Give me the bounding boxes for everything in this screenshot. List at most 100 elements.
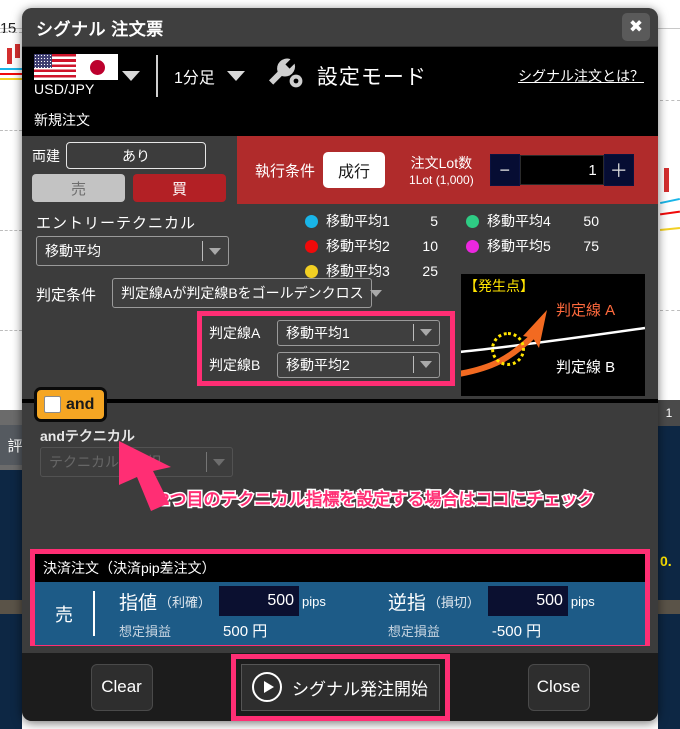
new-order-row: 両建 あり 売 買 執行条件 成行 注文Lot数 1Lot (1,000) − … [22, 136, 658, 204]
background-chip [658, 600, 680, 614]
ma-value: 50 [583, 213, 599, 229]
and-checkbox[interactable] [44, 396, 61, 413]
close-icon[interactable]: ✖ [622, 13, 650, 41]
stop-loss-unit: pips [570, 593, 595, 609]
entry-technical-value: 移動平均 [45, 243, 101, 259]
technical-section: エントリーテクニカル 移動平均 移動平均1 5 移動平均2 10 移動平均3 2… [22, 204, 658, 399]
ma-name: 移動平均4 [487, 213, 551, 229]
background-candle [7, 48, 12, 64]
annotation-arrow-icon [117, 439, 237, 520]
background-ma-line [0, 68, 22, 70]
condition-label: 判定条件 [36, 287, 97, 304]
order-params-panel: 執行条件 成行 注文Lot数 1Lot (1,000) − 1 ＋ [237, 136, 658, 204]
clear-button[interactable]: Clear [90, 663, 153, 711]
signal-order-help-link[interactable]: シグナル注文とは？ [518, 66, 644, 86]
signal-order-dialog: シグナル 注文票 ✖ USD/JPY 1分足 設定モード シグナル注文とは？ 新… [22, 8, 658, 721]
stop-loss-cell: 逆指 （損切） 500 pips 想定損益 -500 円 [388, 586, 595, 641]
take-profit-row: 指値 （利確） 500 pips [119, 586, 326, 616]
stop-loss-pips-input[interactable]: 500 [487, 586, 568, 616]
entry-technical-select[interactable]: 移動平均 [36, 236, 229, 266]
chevron-down-icon[interactable] [122, 70, 140, 81]
chevron-down-icon [420, 329, 432, 336]
judgment-line-b-label: 判定線B [209, 356, 261, 373]
ma-name: 移動平均1 [326, 213, 390, 229]
condition-select[interactable]: 判定線Aが判定線Bをゴールデンクロス [112, 278, 382, 308]
take-profit-estimate-row: 想定損益 500 円 [119, 620, 326, 641]
background-tab: 1 [658, 400, 680, 426]
take-profit-estimate-label: 想定損益 [119, 624, 172, 639]
background-ma-line [0, 73, 22, 75]
currency-pair-selector[interactable]: USD/JPY [34, 54, 122, 97]
currency-pair-label: USD/JPY [34, 81, 95, 97]
judgment-line-b-row: 判定線B 移動平均2 [209, 351, 450, 378]
ma-name: 移動平均5 [487, 238, 551, 254]
play-circle-icon [252, 672, 282, 702]
select-divider [413, 324, 414, 341]
ma-value: 10 [422, 238, 438, 254]
background-candle [664, 168, 669, 192]
judgment-line-a-row: 判定線A 移動平均1 [209, 319, 450, 346]
dialog-titlebar: シグナル 注文票 ✖ [22, 8, 658, 47]
signal-diagram-title: 【発生点】 [464, 278, 534, 294]
hedging-label: 両建 [32, 147, 60, 164]
wrench-gear-icon[interactable] [267, 56, 307, 95]
judgment-line-b-select[interactable]: 移動平均2 [277, 351, 440, 378]
ma-color-dot [466, 214, 479, 228]
take-profit-estimate-value: 500 円 [223, 623, 268, 640]
pair-flags [34, 54, 118, 80]
lot-decrease-button[interactable]: − [489, 154, 520, 186]
stop-loss-label: 逆指 [387, 592, 426, 614]
judgment-line-a-select[interactable]: 移動平均1 [277, 319, 440, 346]
start-signal-order-button[interactable]: シグナル発注開始 [240, 663, 440, 711]
us-flag-icon [34, 54, 76, 80]
select-divider [413, 356, 414, 373]
ma-value: 75 [583, 238, 599, 254]
ma-legend-item: 移動平均5 75 [466, 235, 599, 257]
new-order-header: 新規注文 [22, 104, 658, 136]
sell-button[interactable]: 売 [32, 174, 125, 202]
diagram-line-a-label: 判定線 A [556, 302, 616, 319]
execution-condition-value[interactable]: 成行 [323, 152, 386, 188]
ma-value: 25 [422, 263, 438, 279]
ma-color-dot [305, 264, 318, 278]
settings-mode-label[interactable]: 設定モード [317, 61, 427, 91]
take-profit-cell: 指値 （利確） 500 pips 想定損益 500 円 [119, 586, 326, 641]
settlement-body: 売 指値 （利確） 500 pips 想定損益 500 円 逆指 （損切） 50… [35, 582, 645, 645]
condition-value: 判定線Aが判定線Bをゴールデンクロス [121, 285, 364, 301]
ma-legend-item: 移動平均2 10 [305, 235, 438, 257]
stop-loss-row: 逆指 （損切） 500 pips [388, 586, 595, 616]
take-profit-pips-input[interactable]: 500 [219, 586, 300, 616]
background-gridline [660, 100, 680, 101]
stop-loss-estimate-value: -500 円 [491, 623, 542, 640]
settlement-divider [93, 591, 95, 636]
order-side-panel: 両建 あり 売 買 [22, 136, 237, 204]
background-chip [0, 600, 22, 614]
lot-subtitle: 1Lot (1,000) [409, 173, 474, 187]
chevron-down-icon[interactable] [226, 70, 245, 81]
background-gridline [0, 330, 22, 331]
buy-sell-toggle: 売 買 [32, 174, 237, 202]
buy-button[interactable]: 買 [133, 174, 226, 202]
signal-point-marker [491, 332, 525, 366]
lot-input[interactable]: 1 [519, 155, 604, 185]
ma-legend-item: 移動平均4 50 [466, 210, 599, 232]
select-divider [202, 241, 203, 261]
settlement-order-section: 決済注文（決済pip差注文） 売 指値 （利確） 500 pips 想定損益 5… [30, 549, 650, 646]
background-candle [15, 44, 20, 58]
section-divider [22, 399, 658, 403]
ma-name: 移動平均2 [326, 238, 390, 254]
background-gridline [0, 32, 22, 33]
hedging-value[interactable]: あり [66, 142, 206, 169]
timeframe-label[interactable]: 1分足 [174, 64, 215, 88]
lot-increase-button[interactable]: ＋ [603, 154, 634, 186]
jp-flag-icon [76, 54, 118, 80]
start-button-highlight: シグナル発注開始 [230, 653, 450, 721]
close-button[interactable]: Close [527, 663, 590, 711]
ma-color-dot [305, 239, 318, 253]
hedging-row: 両建 あり [32, 142, 237, 169]
and-condition-section: and andテクニカル テクニカルの選択 2つ目のテクニカル指標を設定する場合… [22, 387, 658, 515]
background-price-label: 15 [0, 20, 16, 37]
and-checkbox-chip[interactable]: and [34, 387, 108, 422]
background-gridline [0, 230, 22, 231]
take-profit-sublabel: （利確） [159, 594, 212, 610]
